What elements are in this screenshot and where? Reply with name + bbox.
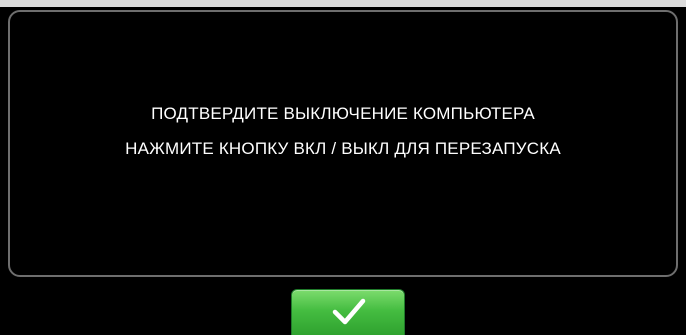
dialog-message: ПОДТВЕРДИТЕ ВЫКЛЮЧЕНИЕ КОМПЬЮТЕРА НАЖМИТ… <box>10 96 676 166</box>
shutdown-confirmation-dialog: ПОДТВЕРДИТЕ ВЫКЛЮЧЕНИЕ КОМПЬЮТЕРА НАЖМИТ… <box>8 10 678 277</box>
checkmark-icon <box>332 298 366 325</box>
top-strip <box>0 0 686 7</box>
message-line-1: ПОДТВЕРДИТЕ ВЫКЛЮЧЕНИЕ КОМПЬЮТЕРА <box>151 104 535 123</box>
message-line-2: НАЖМИТЕ КНОПКУ ВКЛ / ВЫКЛ ДЛЯ ПЕРЕЗАПУСК… <box>125 139 561 158</box>
confirm-button[interactable] <box>291 289 405 335</box>
